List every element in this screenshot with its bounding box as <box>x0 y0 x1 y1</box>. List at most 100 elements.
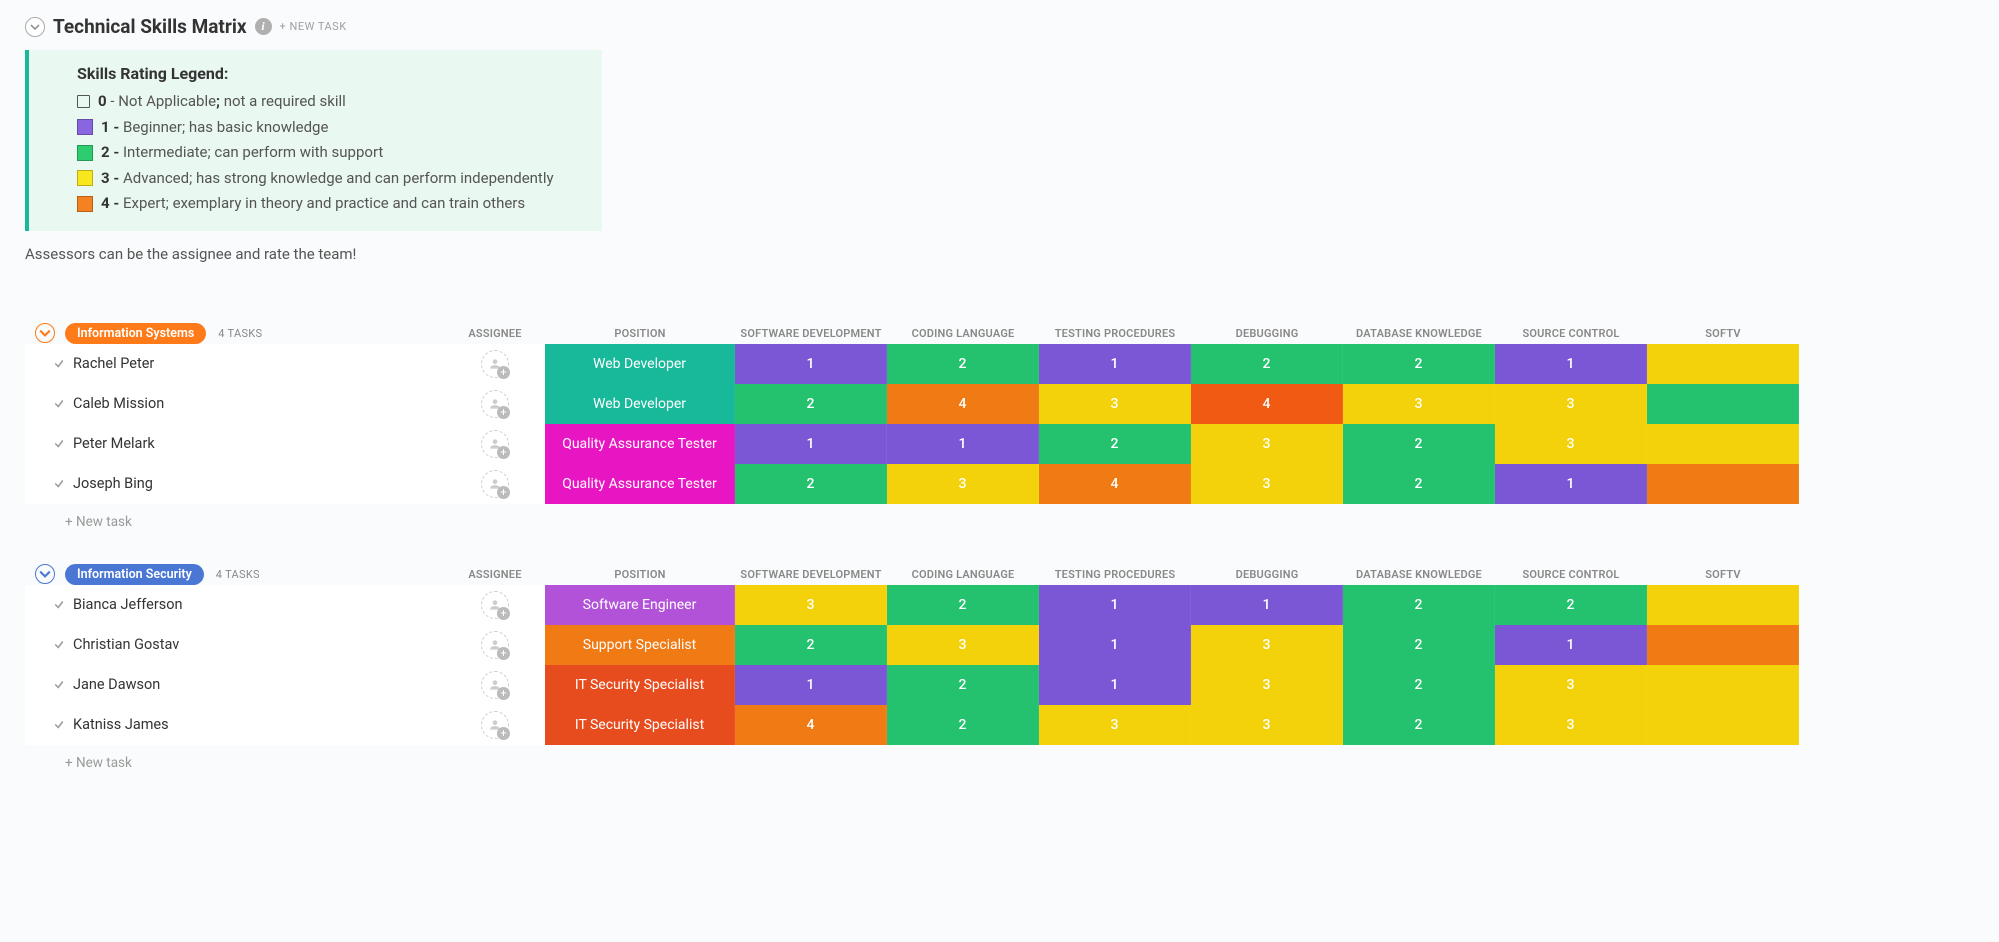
task-status-toggle[interactable] <box>25 384 65 424</box>
skill-rating-cell[interactable]: 2 <box>1343 705 1495 745</box>
column-header[interactable]: TESTING PROCEDURES <box>1039 564 1191 585</box>
task-name[interactable]: Peter Melark <box>65 424 445 464</box>
skill-rating-cell[interactable]: 2 <box>1495 585 1647 625</box>
column-header[interactable]: ASSIGNEE <box>445 323 545 344</box>
skill-rating-cell[interactable]: 2 <box>1343 464 1495 504</box>
skill-rating-cell[interactable]: 2 <box>887 705 1039 745</box>
column-header[interactable]: SOURCE CONTROL <box>1495 564 1647 585</box>
skill-rating-cell[interactable]: 4 <box>1039 464 1191 504</box>
position-cell[interactable]: IT Security Specialist <box>545 665 735 705</box>
skill-rating-cell[interactable]: 2 <box>887 344 1039 384</box>
skill-rating-cell[interactable]: 3 <box>735 585 887 625</box>
column-header[interactable]: DATABASE KNOWLEDGE <box>1343 564 1495 585</box>
task-status-toggle[interactable] <box>25 424 65 464</box>
position-cell[interactable]: Web Developer <box>545 344 735 384</box>
task-name[interactable]: Bianca Jefferson <box>65 585 445 625</box>
task-name[interactable]: Jane Dawson <box>65 665 445 705</box>
skill-rating-cell[interactable]: 2 <box>1343 424 1495 464</box>
column-header[interactable]: POSITION <box>545 564 735 585</box>
group-collapse-button[interactable] <box>35 564 55 584</box>
skill-rating-cell[interactable]: 3 <box>1039 705 1191 745</box>
task-status-toggle[interactable] <box>25 665 65 705</box>
skill-rating-cell[interactable] <box>1647 384 1799 424</box>
assignee-add-button[interactable]: + <box>481 671 509 699</box>
skill-rating-cell[interactable]: 1 <box>887 424 1039 464</box>
assignee-add-button[interactable]: + <box>481 631 509 659</box>
group-collapse-button[interactable] <box>35 323 55 343</box>
skill-rating-cell[interactable]: 4 <box>1191 384 1343 424</box>
assignee-add-button[interactable]: + <box>481 711 509 739</box>
column-header[interactable]: SOFTV <box>1647 564 1799 585</box>
skill-rating-cell[interactable] <box>1647 705 1799 745</box>
skill-rating-cell[interactable]: 2 <box>887 585 1039 625</box>
skill-rating-cell[interactable]: 3 <box>1191 705 1343 745</box>
skill-rating-cell[interactable]: 1 <box>735 665 887 705</box>
skill-rating-cell[interactable] <box>1647 665 1799 705</box>
skill-rating-cell[interactable]: 1 <box>735 344 887 384</box>
skill-rating-cell[interactable]: 1 <box>1495 625 1647 665</box>
column-header[interactable]: SOFTWARE DEVELOPMENT <box>735 564 887 585</box>
skill-rating-cell[interactable]: 1 <box>1039 344 1191 384</box>
skill-rating-cell[interactable]: 2 <box>735 625 887 665</box>
new-task-button[interactable]: + New task <box>25 745 1999 775</box>
task-status-toggle[interactable] <box>25 344 65 384</box>
skill-rating-cell[interactable]: 3 <box>1191 464 1343 504</box>
new-task-header-button[interactable]: + NEW TASK <box>280 20 347 33</box>
column-header[interactable]: ASSIGNEE <box>445 564 545 585</box>
group-pill[interactable]: Information Systems <box>65 323 206 344</box>
skill-rating-cell[interactable]: 3 <box>1191 665 1343 705</box>
skill-rating-cell[interactable] <box>1647 424 1799 464</box>
column-header[interactable]: SOFTV <box>1647 323 1799 344</box>
column-header[interactable]: TESTING PROCEDURES <box>1039 323 1191 344</box>
task-status-toggle[interactable] <box>25 585 65 625</box>
task-name[interactable]: Joseph Bing <box>65 464 445 504</box>
column-header[interactable]: DEBUGGING <box>1191 564 1343 585</box>
info-icon[interactable]: i <box>255 18 272 35</box>
skill-rating-cell[interactable]: 1 <box>1039 625 1191 665</box>
position-cell[interactable]: Web Developer <box>545 384 735 424</box>
assignee-add-button[interactable]: + <box>481 430 509 458</box>
skill-rating-cell[interactable]: 3 <box>1495 424 1647 464</box>
skill-rating-cell[interactable]: 3 <box>1495 705 1647 745</box>
skill-rating-cell[interactable]: 1 <box>1039 585 1191 625</box>
skill-rating-cell[interactable]: 3 <box>1343 384 1495 424</box>
task-status-toggle[interactable] <box>25 464 65 504</box>
skill-rating-cell[interactable]: 3 <box>887 464 1039 504</box>
skill-rating-cell[interactable]: 1 <box>1191 585 1343 625</box>
skill-rating-cell[interactable]: 2 <box>1343 344 1495 384</box>
assignee-add-button[interactable]: + <box>481 350 509 378</box>
assignee-add-button[interactable]: + <box>481 470 509 498</box>
column-header[interactable]: CODING LANGUAGE <box>887 323 1039 344</box>
skill-rating-cell[interactable]: 3 <box>1495 384 1647 424</box>
position-cell[interactable]: IT Security Specialist <box>545 705 735 745</box>
skill-rating-cell[interactable]: 4 <box>735 705 887 745</box>
skill-rating-cell[interactable]: 2 <box>1191 344 1343 384</box>
skill-rating-cell[interactable]: 2 <box>887 665 1039 705</box>
skill-rating-cell[interactable]: 3 <box>1039 384 1191 424</box>
skill-rating-cell[interactable]: 3 <box>1495 665 1647 705</box>
skill-rating-cell[interactable]: 3 <box>1191 424 1343 464</box>
skill-rating-cell[interactable]: 1 <box>1039 665 1191 705</box>
task-status-toggle[interactable] <box>25 625 65 665</box>
skill-rating-cell[interactable]: 2 <box>1343 665 1495 705</box>
column-header[interactable]: CODING LANGUAGE <box>887 564 1039 585</box>
task-name[interactable]: Christian Gostav <box>65 625 445 665</box>
column-header[interactable]: SOFTWARE DEVELOPMENT <box>735 323 887 344</box>
skill-rating-cell[interactable] <box>1647 625 1799 665</box>
section-collapse-button[interactable] <box>25 17 45 37</box>
task-name[interactable]: Rachel Peter <box>65 344 445 384</box>
position-cell[interactable]: Quality Assurance Tester <box>545 424 735 464</box>
skill-rating-cell[interactable]: 2 <box>1039 424 1191 464</box>
task-status-toggle[interactable] <box>25 705 65 745</box>
skill-rating-cell[interactable] <box>1647 585 1799 625</box>
skill-rating-cell[interactable]: 2 <box>735 464 887 504</box>
skill-rating-cell[interactable]: 2 <box>1343 625 1495 665</box>
position-cell[interactable]: Support Specialist <box>545 625 735 665</box>
column-header[interactable]: DATABASE KNOWLEDGE <box>1343 323 1495 344</box>
skill-rating-cell[interactable] <box>1647 464 1799 504</box>
column-header[interactable]: DEBUGGING <box>1191 323 1343 344</box>
skill-rating-cell[interactable]: 2 <box>735 384 887 424</box>
group-pill[interactable]: Information Security <box>65 564 204 585</box>
assignee-add-button[interactable]: + <box>481 390 509 418</box>
position-cell[interactable]: Quality Assurance Tester <box>545 464 735 504</box>
